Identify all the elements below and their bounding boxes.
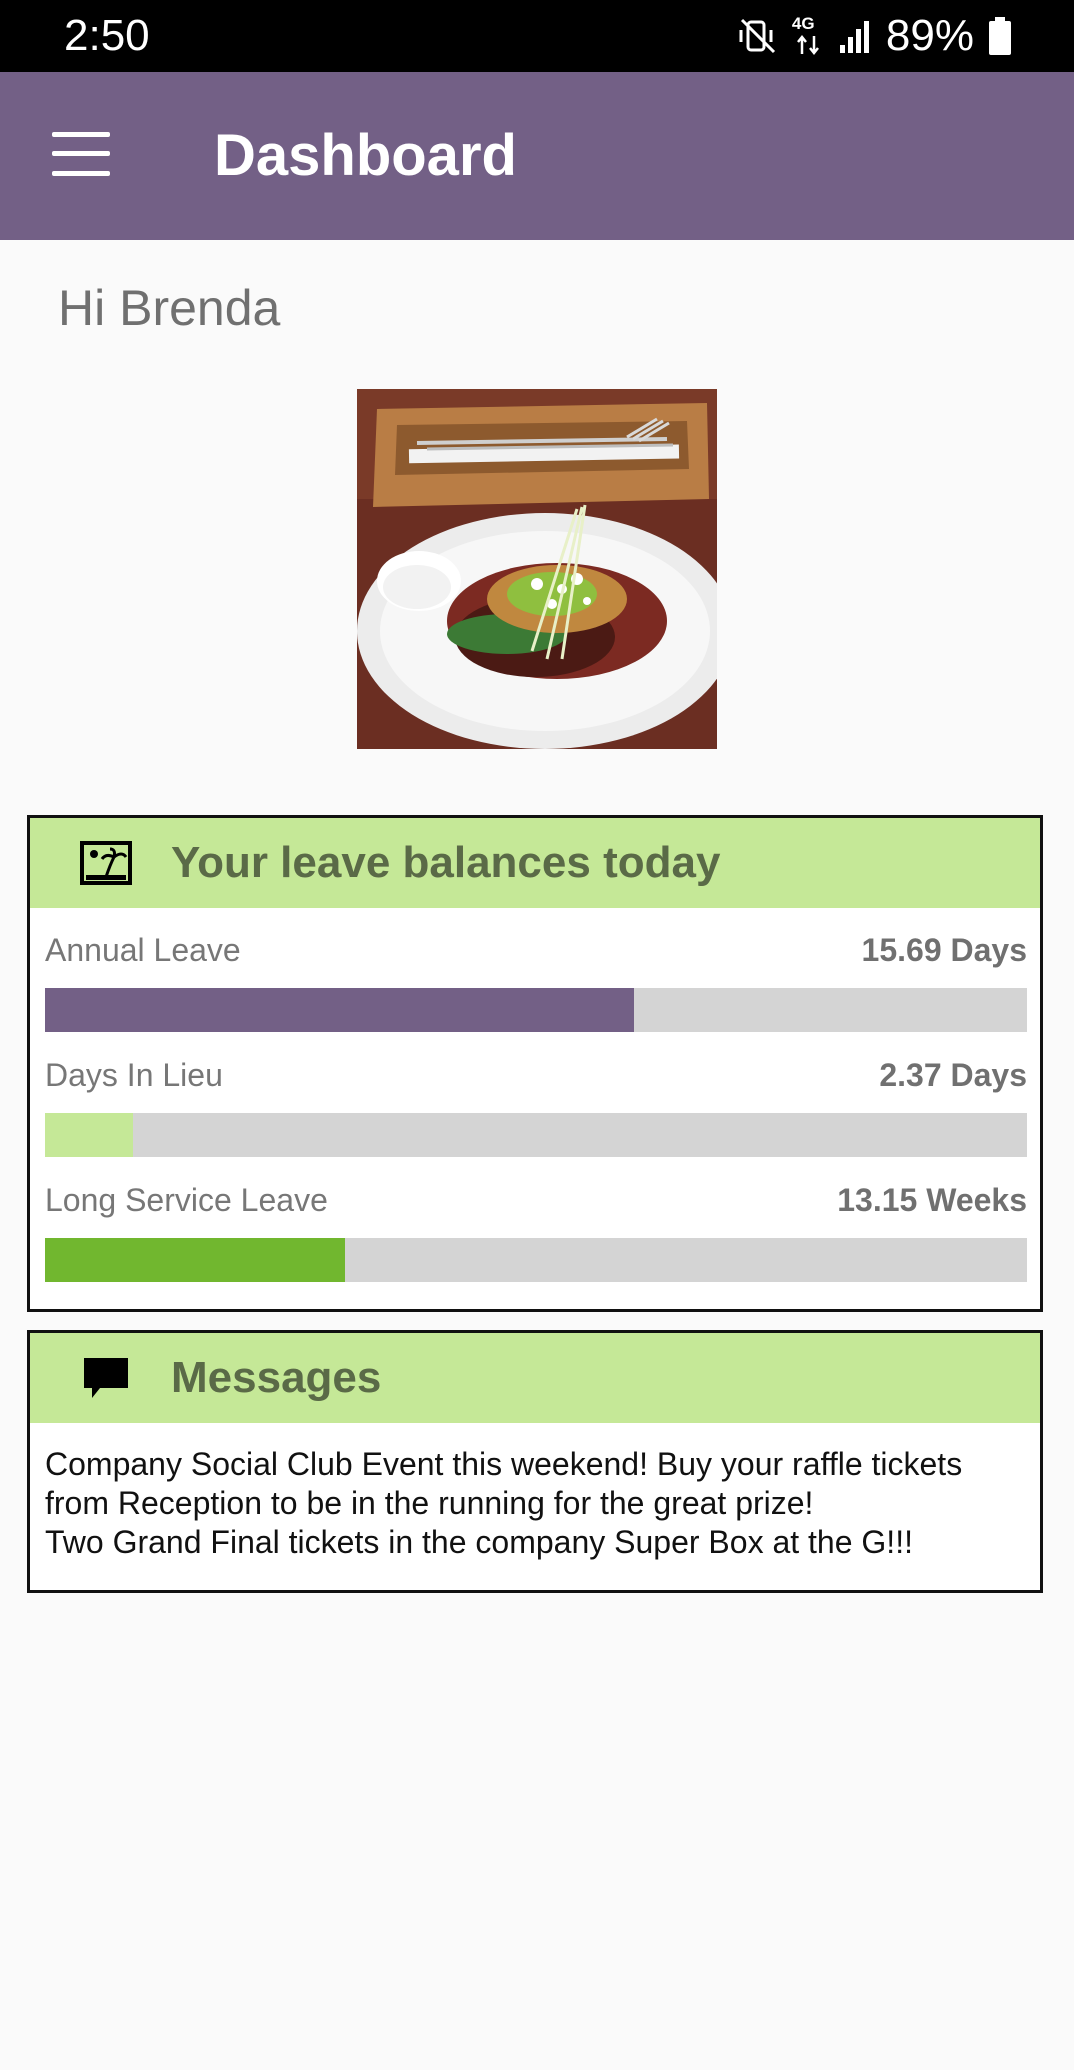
status-icons: 4G 89% bbox=[738, 10, 1012, 62]
message-line: Company Social Club Event this weekend! … bbox=[45, 1446, 963, 1482]
messages-card-header: Messages bbox=[30, 1333, 1040, 1423]
leave-card-header: Your leave balances today bbox=[30, 818, 1040, 908]
leave-progress-bar bbox=[45, 1238, 1027, 1282]
speech-bubble-icon bbox=[84, 1358, 128, 1398]
profile-image bbox=[357, 389, 717, 749]
message-text: Company Social Club Event this weekend! … bbox=[45, 1445, 1025, 1562]
leave-progress-fill bbox=[45, 1238, 345, 1282]
leave-progress-fill bbox=[45, 988, 635, 1032]
holiday-island-icon bbox=[80, 841, 132, 885]
leave-balances-card: Your leave balances today Annual Leave 1… bbox=[27, 815, 1043, 1312]
page-title: Dashboard bbox=[214, 123, 517, 188]
battery-percentage: 89% bbox=[885, 11, 974, 60]
message-line: Two Grand Final tickets in the company S… bbox=[45, 1524, 913, 1560]
network-type: 4G bbox=[791, 14, 815, 33]
signal-icon bbox=[839, 21, 869, 53]
leave-label: Long Service Leave bbox=[45, 1182, 328, 1218]
leave-label: Days In Lieu bbox=[45, 1057, 223, 1093]
message-line: from Reception to be in the running for … bbox=[45, 1485, 814, 1521]
leave-progress-bar bbox=[45, 1113, 1027, 1157]
leave-progress-bar bbox=[45, 988, 1027, 1032]
status-bar: 2:50 4G 89% bbox=[0, 0, 1074, 72]
leave-value: 13.15 Weeks bbox=[837, 1182, 1027, 1218]
mute-vibrate-icon bbox=[739, 18, 775, 54]
leave-card-title: Your leave balances today bbox=[171, 838, 721, 887]
leave-value: 2.37 Days bbox=[879, 1057, 1027, 1093]
greeting-text: Hi Brenda bbox=[58, 280, 281, 336]
hamburger-menu-icon[interactable] bbox=[52, 132, 110, 176]
messages-card-title: Messages bbox=[171, 1353, 382, 1402]
network-4g-icon: 4G bbox=[792, 14, 824, 58]
leave-progress-fill bbox=[45, 1113, 134, 1157]
battery-icon bbox=[989, 17, 1011, 55]
leave-value: 15.69 Days bbox=[861, 932, 1027, 968]
status-time: 2:50 bbox=[64, 11, 150, 60]
app-bar: Dashboard bbox=[0, 72, 1074, 240]
messages-card: Messages Company Social Club Event this … bbox=[27, 1330, 1043, 1593]
leave-label: Annual Leave bbox=[45, 932, 241, 968]
